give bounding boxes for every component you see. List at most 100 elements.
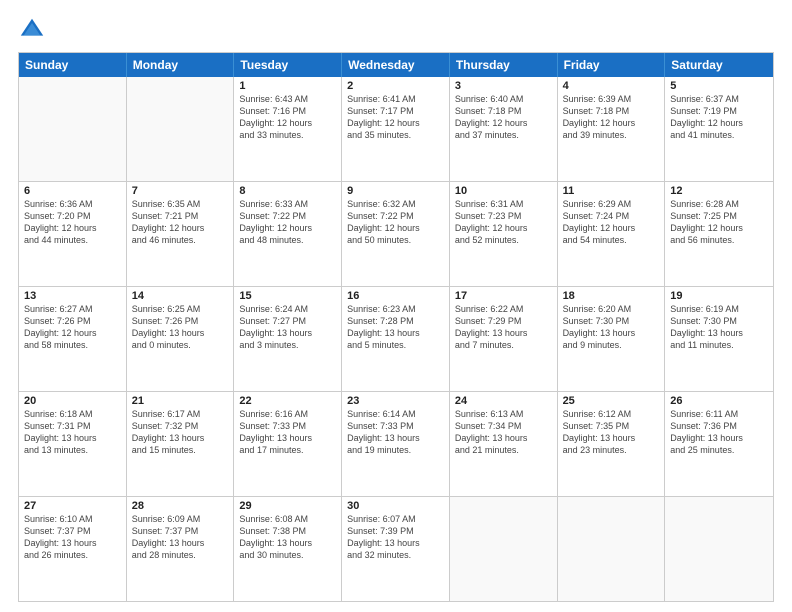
day-info: Sunrise: 6:11 AM Sunset: 7:36 PM Dayligh… bbox=[670, 408, 768, 457]
day-number: 30 bbox=[347, 500, 444, 512]
logo bbox=[18, 16, 50, 44]
empty-cell-4-6 bbox=[665, 497, 773, 601]
day-number: 29 bbox=[239, 500, 336, 512]
day-cell-9: 9Sunrise: 6:32 AM Sunset: 7:22 PM Daylig… bbox=[342, 182, 450, 286]
day-cell-1: 1Sunrise: 6:43 AM Sunset: 7:16 PM Daylig… bbox=[234, 77, 342, 181]
day-info: Sunrise: 6:09 AM Sunset: 7:37 PM Dayligh… bbox=[132, 513, 229, 562]
day-info: Sunrise: 6:27 AM Sunset: 7:26 PM Dayligh… bbox=[24, 303, 121, 352]
day-number: 12 bbox=[670, 185, 768, 197]
day-number: 22 bbox=[239, 395, 336, 407]
day-cell-11: 11Sunrise: 6:29 AM Sunset: 7:24 PM Dayli… bbox=[558, 182, 666, 286]
day-info: Sunrise: 6:08 AM Sunset: 7:38 PM Dayligh… bbox=[239, 513, 336, 562]
day-info: Sunrise: 6:37 AM Sunset: 7:19 PM Dayligh… bbox=[670, 93, 768, 142]
day-cell-24: 24Sunrise: 6:13 AM Sunset: 7:34 PM Dayli… bbox=[450, 392, 558, 496]
day-number: 18 bbox=[563, 290, 660, 302]
calendar-row-3: 20Sunrise: 6:18 AM Sunset: 7:31 PM Dayli… bbox=[19, 391, 773, 496]
header-day-thursday: Thursday bbox=[450, 53, 558, 77]
day-cell-15: 15Sunrise: 6:24 AM Sunset: 7:27 PM Dayli… bbox=[234, 287, 342, 391]
header-day-sunday: Sunday bbox=[19, 53, 127, 77]
day-info: Sunrise: 6:28 AM Sunset: 7:25 PM Dayligh… bbox=[670, 198, 768, 247]
page: SundayMondayTuesdayWednesdayThursdayFrid… bbox=[0, 0, 792, 612]
day-info: Sunrise: 6:12 AM Sunset: 7:35 PM Dayligh… bbox=[563, 408, 660, 457]
day-cell-18: 18Sunrise: 6:20 AM Sunset: 7:30 PM Dayli… bbox=[558, 287, 666, 391]
day-info: Sunrise: 6:20 AM Sunset: 7:30 PM Dayligh… bbox=[563, 303, 660, 352]
day-info: Sunrise: 6:25 AM Sunset: 7:26 PM Dayligh… bbox=[132, 303, 229, 352]
day-number: 4 bbox=[563, 80, 660, 92]
day-number: 26 bbox=[670, 395, 768, 407]
day-info: Sunrise: 6:22 AM Sunset: 7:29 PM Dayligh… bbox=[455, 303, 552, 352]
header-day-friday: Friday bbox=[558, 53, 666, 77]
day-info: Sunrise: 6:23 AM Sunset: 7:28 PM Dayligh… bbox=[347, 303, 444, 352]
day-number: 11 bbox=[563, 185, 660, 197]
day-number: 1 bbox=[239, 80, 336, 92]
day-cell-22: 22Sunrise: 6:16 AM Sunset: 7:33 PM Dayli… bbox=[234, 392, 342, 496]
day-info: Sunrise: 6:16 AM Sunset: 7:33 PM Dayligh… bbox=[239, 408, 336, 457]
day-cell-4: 4Sunrise: 6:39 AM Sunset: 7:18 PM Daylig… bbox=[558, 77, 666, 181]
day-info: Sunrise: 6:32 AM Sunset: 7:22 PM Dayligh… bbox=[347, 198, 444, 247]
day-cell-26: 26Sunrise: 6:11 AM Sunset: 7:36 PM Dayli… bbox=[665, 392, 773, 496]
day-info: Sunrise: 6:07 AM Sunset: 7:39 PM Dayligh… bbox=[347, 513, 444, 562]
day-info: Sunrise: 6:33 AM Sunset: 7:22 PM Dayligh… bbox=[239, 198, 336, 247]
day-cell-7: 7Sunrise: 6:35 AM Sunset: 7:21 PM Daylig… bbox=[127, 182, 235, 286]
day-number: 6 bbox=[24, 185, 121, 197]
day-number: 15 bbox=[239, 290, 336, 302]
day-number: 5 bbox=[670, 80, 768, 92]
empty-cell-4-5 bbox=[558, 497, 666, 601]
day-cell-12: 12Sunrise: 6:28 AM Sunset: 7:25 PM Dayli… bbox=[665, 182, 773, 286]
header-day-wednesday: Wednesday bbox=[342, 53, 450, 77]
day-cell-25: 25Sunrise: 6:12 AM Sunset: 7:35 PM Dayli… bbox=[558, 392, 666, 496]
day-info: Sunrise: 6:36 AM Sunset: 7:20 PM Dayligh… bbox=[24, 198, 121, 247]
day-cell-13: 13Sunrise: 6:27 AM Sunset: 7:26 PM Dayli… bbox=[19, 287, 127, 391]
day-cell-23: 23Sunrise: 6:14 AM Sunset: 7:33 PM Dayli… bbox=[342, 392, 450, 496]
calendar-row-4: 27Sunrise: 6:10 AM Sunset: 7:37 PM Dayli… bbox=[19, 496, 773, 601]
day-cell-6: 6Sunrise: 6:36 AM Sunset: 7:20 PM Daylig… bbox=[19, 182, 127, 286]
day-number: 25 bbox=[563, 395, 660, 407]
day-info: Sunrise: 6:17 AM Sunset: 7:32 PM Dayligh… bbox=[132, 408, 229, 457]
day-number: 23 bbox=[347, 395, 444, 407]
day-info: Sunrise: 6:39 AM Sunset: 7:18 PM Dayligh… bbox=[563, 93, 660, 142]
day-number: 9 bbox=[347, 185, 444, 197]
empty-cell-4-4 bbox=[450, 497, 558, 601]
day-info: Sunrise: 6:41 AM Sunset: 7:17 PM Dayligh… bbox=[347, 93, 444, 142]
day-cell-2: 2Sunrise: 6:41 AM Sunset: 7:17 PM Daylig… bbox=[342, 77, 450, 181]
calendar-row-1: 6Sunrise: 6:36 AM Sunset: 7:20 PM Daylig… bbox=[19, 181, 773, 286]
day-cell-3: 3Sunrise: 6:40 AM Sunset: 7:18 PM Daylig… bbox=[450, 77, 558, 181]
day-cell-28: 28Sunrise: 6:09 AM Sunset: 7:37 PM Dayli… bbox=[127, 497, 235, 601]
day-cell-30: 30Sunrise: 6:07 AM Sunset: 7:39 PM Dayli… bbox=[342, 497, 450, 601]
day-number: 24 bbox=[455, 395, 552, 407]
day-cell-16: 16Sunrise: 6:23 AM Sunset: 7:28 PM Dayli… bbox=[342, 287, 450, 391]
day-cell-17: 17Sunrise: 6:22 AM Sunset: 7:29 PM Dayli… bbox=[450, 287, 558, 391]
day-cell-29: 29Sunrise: 6:08 AM Sunset: 7:38 PM Dayli… bbox=[234, 497, 342, 601]
header bbox=[18, 16, 774, 44]
day-number: 20 bbox=[24, 395, 121, 407]
day-cell-8: 8Sunrise: 6:33 AM Sunset: 7:22 PM Daylig… bbox=[234, 182, 342, 286]
day-info: Sunrise: 6:43 AM Sunset: 7:16 PM Dayligh… bbox=[239, 93, 336, 142]
day-info: Sunrise: 6:29 AM Sunset: 7:24 PM Dayligh… bbox=[563, 198, 660, 247]
header-day-saturday: Saturday bbox=[665, 53, 773, 77]
day-number: 3 bbox=[455, 80, 552, 92]
day-info: Sunrise: 6:19 AM Sunset: 7:30 PM Dayligh… bbox=[670, 303, 768, 352]
day-number: 14 bbox=[132, 290, 229, 302]
day-cell-21: 21Sunrise: 6:17 AM Sunset: 7:32 PM Dayli… bbox=[127, 392, 235, 496]
day-number: 17 bbox=[455, 290, 552, 302]
calendar-body: 1Sunrise: 6:43 AM Sunset: 7:16 PM Daylig… bbox=[19, 77, 773, 601]
day-info: Sunrise: 6:13 AM Sunset: 7:34 PM Dayligh… bbox=[455, 408, 552, 457]
day-number: 8 bbox=[239, 185, 336, 197]
day-cell-20: 20Sunrise: 6:18 AM Sunset: 7:31 PM Dayli… bbox=[19, 392, 127, 496]
header-day-monday: Monday bbox=[127, 53, 235, 77]
calendar-row-0: 1Sunrise: 6:43 AM Sunset: 7:16 PM Daylig… bbox=[19, 77, 773, 181]
calendar-header: SundayMondayTuesdayWednesdayThursdayFrid… bbox=[19, 53, 773, 77]
header-day-tuesday: Tuesday bbox=[234, 53, 342, 77]
day-info: Sunrise: 6:31 AM Sunset: 7:23 PM Dayligh… bbox=[455, 198, 552, 247]
day-info: Sunrise: 6:10 AM Sunset: 7:37 PM Dayligh… bbox=[24, 513, 121, 562]
day-number: 13 bbox=[24, 290, 121, 302]
day-number: 2 bbox=[347, 80, 444, 92]
day-number: 28 bbox=[132, 500, 229, 512]
empty-cell-0-0 bbox=[19, 77, 127, 181]
day-cell-14: 14Sunrise: 6:25 AM Sunset: 7:26 PM Dayli… bbox=[127, 287, 235, 391]
day-number: 7 bbox=[132, 185, 229, 197]
day-number: 10 bbox=[455, 185, 552, 197]
day-number: 21 bbox=[132, 395, 229, 407]
day-number: 27 bbox=[24, 500, 121, 512]
calendar: SundayMondayTuesdayWednesdayThursdayFrid… bbox=[18, 52, 774, 602]
